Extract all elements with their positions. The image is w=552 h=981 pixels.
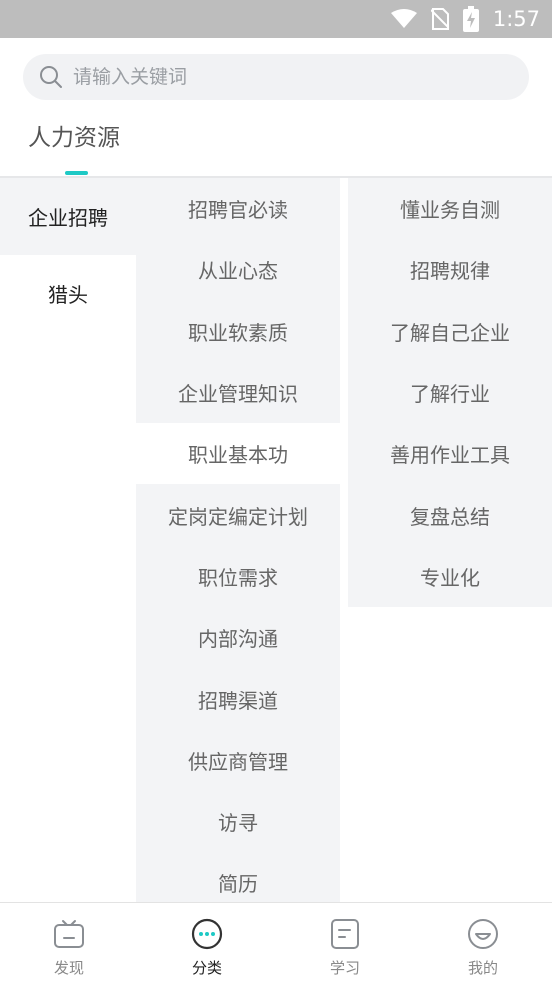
category-item[interactable]: 企业招聘 — [0, 178, 136, 255]
battery-charging-icon — [462, 6, 479, 32]
topic-item[interactable]: 善用作业工具 — [348, 423, 552, 484]
nav-discover[interactable]: 发现 — [0, 903, 138, 981]
status-bar: 1:57 — [0, 0, 552, 38]
nav-label: 分类 — [191, 959, 222, 977]
nav-label: 我的 — [467, 959, 498, 977]
nav-category[interactable]: 分类 — [138, 903, 276, 981]
wifi-icon — [390, 9, 417, 29]
subcategory-item[interactable]: 企业管理知识 — [136, 361, 340, 424]
nav-label: 发现 — [53, 959, 84, 977]
subcategory-item[interactable]: 招聘官必读 — [136, 178, 340, 240]
topic-item[interactable]: 招聘规律 — [348, 239, 552, 300]
app-root: 1:57 人力资源 企业招聘 猎头 招聘官必读 从业心态 职业软素质 企业管理知… — [0, 0, 552, 981]
search-icon — [39, 65, 63, 89]
subcategory-item[interactable]: 职业基本功 — [136, 423, 340, 485]
bottom-navigation: 发现 分类 学习 我的 — [0, 902, 552, 981]
tab-active-indicator — [65, 171, 88, 175]
subcategory-item[interactable]: 定岗定编定计划 — [136, 484, 340, 546]
subcategory-item[interactable]: 从业心态 — [136, 239, 340, 301]
subcategory-item[interactable]: 职业软素质 — [136, 300, 340, 362]
tv-icon — [52, 917, 86, 951]
topic-item[interactable]: 懂业务自测 — [348, 178, 552, 239]
topic-item[interactable]: 了解行业 — [348, 362, 552, 423]
search-input[interactable] — [73, 66, 493, 88]
nav-study[interactable]: 学习 — [276, 903, 414, 981]
nav-label: 学习 — [329, 959, 360, 977]
topic-item[interactable]: 了解自己企业 — [348, 301, 552, 362]
category-column-secondary: 招聘官必读 从业心态 职业软素质 企业管理知识 职业基本功 定岗定编定计划 职位… — [136, 178, 340, 914]
clock-time: 1:57 — [492, 7, 540, 31]
tab-human-resources[interactable]: 人力资源 — [28, 118, 120, 176]
topic-item[interactable]: 复盘总结 — [348, 484, 552, 545]
no-sim-icon — [430, 8, 449, 30]
search-bar[interactable] — [23, 54, 529, 100]
subcategory-item[interactable]: 招聘渠道 — [136, 668, 340, 730]
smile-icon — [466, 917, 500, 951]
category-column-primary: 企业招聘 猎头 — [0, 178, 136, 332]
subcategory-item[interactable]: 供应商管理 — [136, 729, 340, 791]
more-circle-icon — [190, 917, 224, 951]
topic-item[interactable]: 专业化 — [348, 546, 552, 607]
category-item[interactable]: 猎头 — [0, 255, 136, 332]
tab-label: 人力资源 — [28, 125, 120, 151]
nav-mine[interactable]: 我的 — [414, 903, 552, 981]
note-icon — [328, 917, 362, 951]
subcategory-item[interactable]: 内部沟通 — [136, 607, 340, 669]
category-column-tertiary: 懂业务自测 招聘规律 了解自己企业 了解行业 善用作业工具 复盘总结 专业化 — [348, 178, 552, 608]
subcategory-item[interactable]: 访寻 — [136, 790, 340, 853]
subcategory-item[interactable]: 职位需求 — [136, 545, 340, 608]
